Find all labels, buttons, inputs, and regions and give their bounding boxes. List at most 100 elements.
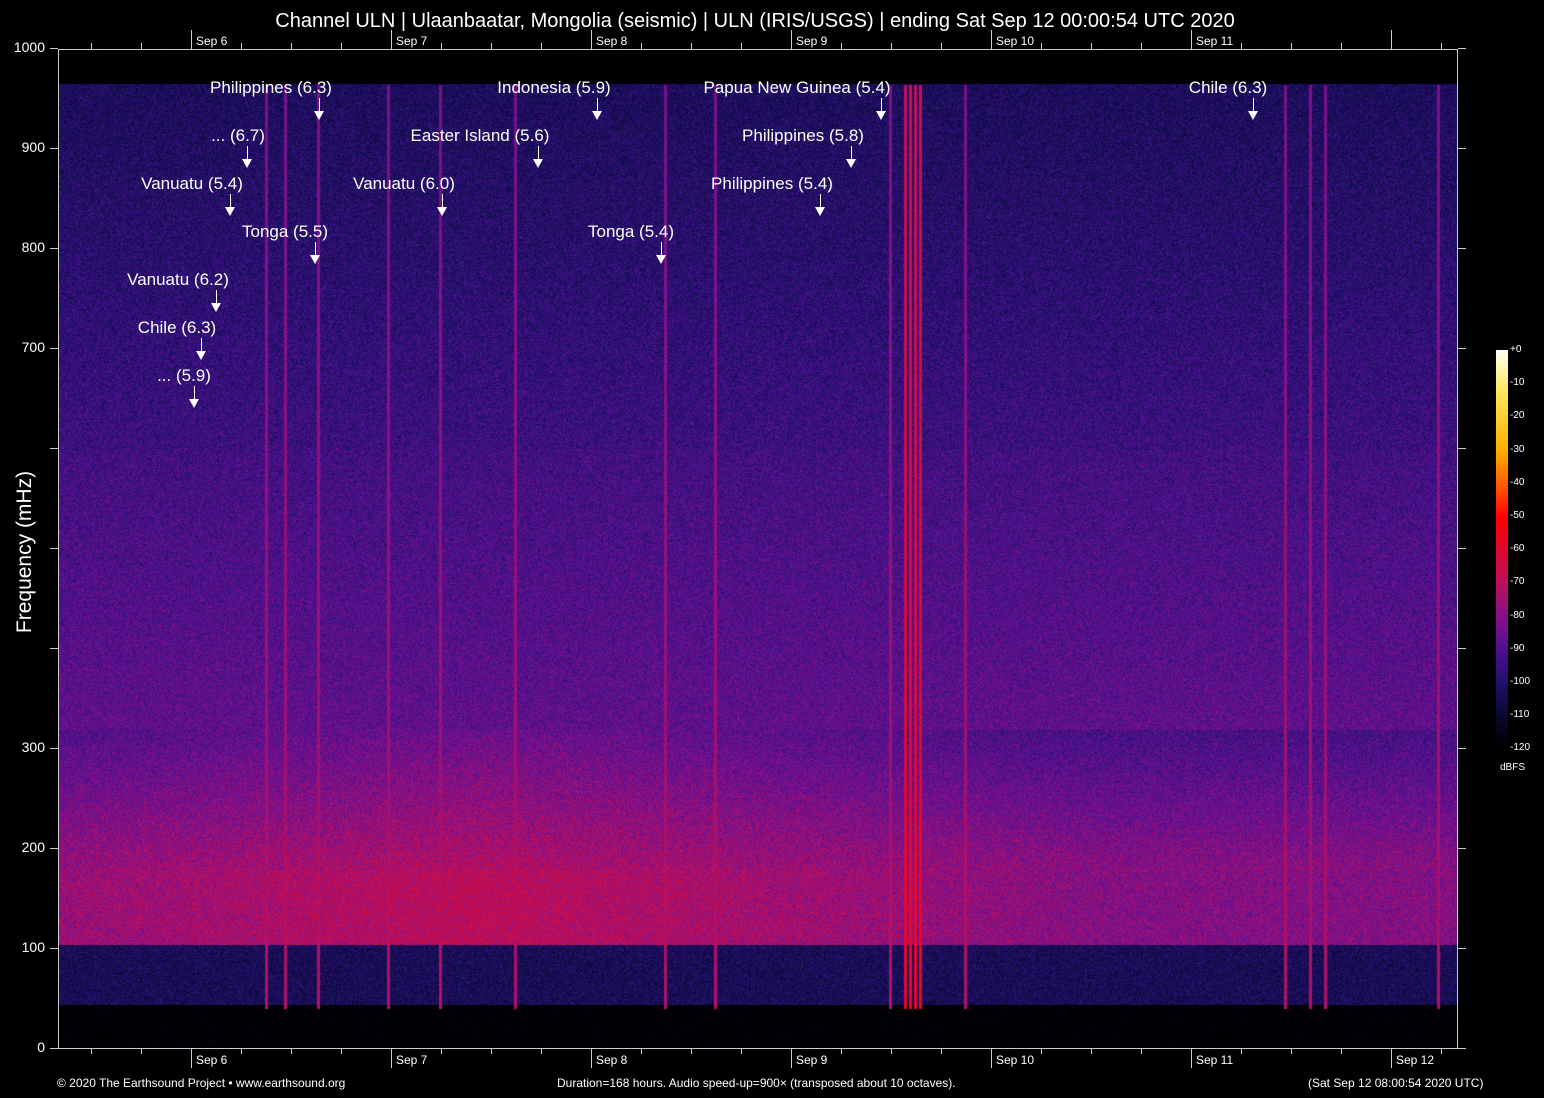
y-tick: [50, 748, 58, 749]
y-tick-right: [1458, 948, 1466, 949]
event-arrow-icon: [597, 98, 598, 112]
x-tick-top: [791, 30, 792, 49]
colorbar-tick: -60: [1510, 543, 1524, 554]
x-tick: [1191, 1048, 1192, 1068]
event-arrow-icon: [230, 194, 231, 208]
event-arrow-icon: [820, 194, 821, 208]
y-tick-label: 100: [22, 939, 45, 955]
y-tick-right: [1458, 348, 1466, 349]
event-label: Tonga (5.4): [588, 222, 674, 242]
colorbar: [1496, 350, 1508, 748]
y-tick-label: 0: [37, 1039, 45, 1055]
y-tick-right: [1458, 248, 1466, 249]
y-tick-right: [1458, 748, 1466, 749]
x-tick-label: Sep 7: [396, 1053, 427, 1067]
x-tick-label-top: Sep 6: [196, 34, 227, 48]
x-tick: [491, 1048, 492, 1054]
x-tick: [691, 1048, 692, 1054]
event-arrow-icon: [1253, 98, 1254, 112]
y-tick-right: [1458, 1048, 1466, 1049]
x-tick-top: [491, 43, 492, 49]
x-tick: [1291, 1048, 1292, 1054]
x-tick: [1391, 1048, 1392, 1068]
x-tick: [1141, 1048, 1142, 1054]
y-tick-label: 700: [22, 339, 45, 355]
x-tick: [1441, 1048, 1442, 1054]
x-tick-top: [1191, 30, 1192, 49]
x-tick-top: [191, 30, 192, 49]
y-tick: [50, 1048, 58, 1049]
plot-frame: [58, 49, 1458, 1049]
x-tick-label-top: Sep 9: [796, 34, 827, 48]
colorbar-label: dBFS: [1500, 762, 1525, 773]
colorbar-tick: -80: [1510, 610, 1524, 621]
event-label: ... (6.7): [211, 126, 265, 146]
y-tick-right: [1458, 148, 1466, 149]
event-arrow-icon: [194, 386, 195, 400]
x-tick-top: [641, 43, 642, 49]
x-tick: [441, 1048, 442, 1054]
y-tick-right: [1458, 48, 1466, 49]
x-tick-top: [441, 43, 442, 49]
y-axis-label: Frequency (mHz): [13, 467, 37, 637]
y-tick-label: 900: [22, 139, 45, 155]
x-tick: [891, 1048, 892, 1054]
x-tick-label-top: Sep 8: [596, 34, 627, 48]
x-tick-top: [91, 43, 92, 49]
x-tick-top: [591, 30, 592, 49]
y-tick: [50, 448, 58, 449]
x-tick: [291, 1048, 292, 1054]
x-tick-label: Sep 10: [996, 1053, 1034, 1067]
y-tick-right: [1458, 848, 1466, 849]
x-tick: [1041, 1048, 1042, 1054]
x-tick-top: [891, 43, 892, 49]
y-tick: [50, 548, 58, 549]
event-arrow-icon: [881, 98, 882, 112]
colorbar-tick: -20: [1510, 410, 1524, 421]
chart-title: Channel ULN | Ulaanbaatar, Mongolia (sei…: [0, 10, 1510, 33]
y-tick: [50, 348, 58, 349]
event-label: ... (5.9): [157, 366, 211, 386]
colorbar-tick: -50: [1510, 510, 1524, 521]
x-tick-label: Sep 9: [796, 1053, 827, 1067]
x-tick: [841, 1048, 842, 1054]
x-tick-top: [141, 43, 142, 49]
event-arrow-icon: [661, 242, 662, 256]
event-label: Philippines (5.4): [711, 174, 833, 194]
x-tick: [741, 1048, 742, 1054]
y-tick-right: [1458, 448, 1466, 449]
event-label: Chile (6.3): [138, 318, 216, 338]
y-tick-label: 800: [22, 239, 45, 255]
x-tick-top: [1291, 43, 1292, 49]
x-tick-top: [1241, 43, 1242, 49]
event-label: Indonesia (5.9): [497, 78, 610, 98]
event-arrow-icon: [216, 290, 217, 304]
x-tick-top: [1441, 43, 1442, 49]
event-arrow-icon: [247, 146, 248, 160]
x-tick-label: Sep 11: [1196, 1053, 1233, 1067]
x-tick-top: [1391, 30, 1392, 49]
event-label: Chile (6.3): [1189, 78, 1267, 98]
x-tick-top: [1341, 43, 1342, 49]
x-tick: [241, 1048, 242, 1054]
x-tick-label: Sep 8: [596, 1053, 627, 1067]
y-tick: [50, 648, 58, 649]
event-label: Papua New Guinea (5.4): [703, 78, 890, 98]
colorbar-tick: -40: [1510, 477, 1524, 488]
x-tick: [391, 1048, 392, 1068]
x-tick-top: [741, 43, 742, 49]
event-label: Vanuatu (5.4): [141, 174, 243, 194]
event-label: Philippines (6.3): [210, 78, 332, 98]
x-tick: [341, 1048, 342, 1054]
x-tick: [791, 1048, 792, 1068]
event-arrow-icon: [442, 194, 443, 208]
x-tick-label: Sep 12: [1396, 1053, 1434, 1067]
y-tick: [50, 148, 58, 149]
y-tick: [50, 48, 58, 49]
x-tick-label-top: Sep 7: [396, 34, 427, 48]
copyright: © 2020 The Earthsound Project • www.eart…: [57, 1076, 345, 1090]
x-tick: [941, 1048, 942, 1054]
colorbar-tick: -10: [1510, 377, 1524, 388]
event-arrow-icon: [319, 98, 320, 112]
x-tick-label-top: Sep 11: [1196, 34, 1233, 48]
